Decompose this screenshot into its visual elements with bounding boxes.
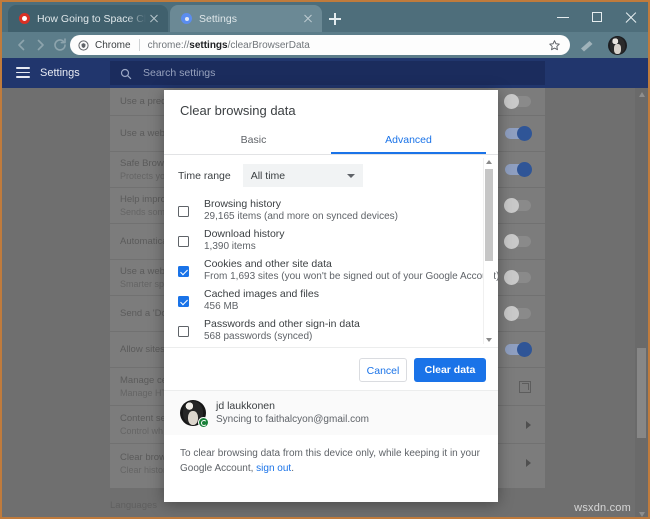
tab-close-icon[interactable] (146, 11, 162, 27)
omnibox-url: chrome://settings/clearBrowserData (148, 40, 310, 51)
avatar-image-detail (614, 44, 621, 54)
favicon-settings (181, 13, 192, 24)
avatar-image-detail (188, 411, 198, 425)
clear-browsing-data-dialog: Clear browsing data Basic Advanced Time … (164, 90, 498, 502)
tab-title: How Going to Space Changes th (37, 13, 146, 25)
item-label: Passwords and other sign-in data (204, 318, 360, 330)
item-label: Cookies and other site data (204, 258, 332, 270)
tab-close-icon[interactable] (300, 11, 316, 27)
data-type-list: Browsing history 29,165 items (and more … (164, 199, 484, 347)
window-controls (546, 2, 648, 32)
list-item-passwords[interactable]: Passwords and other sign-in data 568 pas… (164, 319, 484, 347)
languages-section-title: Languages (110, 500, 157, 511)
tab-basic[interactable]: Basic (176, 127, 331, 154)
item-label: Browsing history (204, 198, 281, 210)
toggle-switch[interactable] (505, 308, 531, 319)
external-link-icon[interactable] (519, 381, 531, 393)
chevron-right-icon[interactable] (526, 421, 531, 429)
watermark: wsxdn.com (574, 502, 631, 514)
tab-title: Settings (199, 13, 300, 25)
account-row: jd laukkonen Syncing to faithalcyon@gmai… (164, 390, 498, 435)
tab-strip: How Going to Space Changes th Settings (2, 2, 650, 32)
dialog-scrollbar-thumb[interactable] (485, 169, 493, 261)
time-range-value: All time (251, 170, 285, 182)
search-icon (120, 67, 132, 79)
account-name: jd laukkonen (216, 400, 275, 412)
omnibox-divider (139, 39, 140, 51)
checkbox[interactable] (178, 326, 189, 337)
footnote-tail: . (291, 463, 294, 474)
item-label: Download history (204, 228, 285, 240)
list-item-cookies[interactable]: Cookies and other site data From 1,693 s… (164, 259, 484, 289)
close-window-button[interactable] (614, 2, 648, 32)
dialog-content: Time range All time Browsing history 29,… (164, 155, 498, 347)
time-range-label: Time range (178, 170, 231, 182)
page-scrollbar-thumb[interactable] (637, 348, 646, 438)
time-range-row: Time range All time (178, 164, 363, 187)
address-bar[interactable]: Chrome chrome://settings/clearBrowserDat… (70, 35, 570, 55)
toggle-switch[interactable] (505, 164, 531, 175)
toggle-switch[interactable] (505, 236, 531, 247)
sync-status-badge (198, 417, 209, 428)
omnibox-chip-label: Chrome (95, 40, 131, 51)
menu-icon[interactable] (16, 67, 30, 78)
back-icon[interactable] (12, 36, 30, 54)
dialog-footnote: To clear browsing data from this device … (180, 446, 480, 476)
dialog-tabs: Basic Advanced (164, 127, 498, 155)
page-info-icon[interactable] (78, 40, 89, 51)
bookmark-star-icon[interactable] (548, 39, 561, 52)
dialog-title: Clear browsing data (180, 103, 296, 118)
toolbar: Chrome chrome://settings/clearBrowserDat… (2, 32, 650, 58)
toggle-switch[interactable] (505, 200, 531, 211)
extension-icon[interactable] (580, 39, 594, 52)
toggle-switch[interactable] (505, 96, 531, 107)
chevron-down-icon (347, 174, 355, 178)
browser-tab-settings[interactable]: Settings (170, 5, 322, 32)
toggle-switch[interactable] (505, 344, 531, 355)
item-label: Cached images and files (204, 288, 319, 300)
settings-title: Settings (40, 67, 80, 79)
item-sublabel: 1,390 items (204, 241, 256, 252)
toggle-switch[interactable] (505, 272, 531, 283)
browser-tab-article[interactable]: How Going to Space Changes th (8, 5, 168, 32)
browser-window: How Going to Space Changes th Settings (0, 0, 650, 519)
item-sublabel: 456 MB (204, 301, 238, 312)
tab-active-indicator (331, 152, 486, 154)
checkbox[interactable] (178, 296, 189, 307)
sign-out-link[interactable]: sign out (256, 463, 291, 474)
checkbox[interactable] (178, 266, 189, 277)
scroll-down-icon[interactable] (486, 338, 492, 342)
cancel-button[interactable]: Cancel (359, 358, 407, 382)
search-input[interactable] (141, 66, 485, 80)
list-item-download-history[interactable]: Download history 1,390 items (164, 229, 484, 259)
page-scrollbar[interactable] (635, 88, 648, 519)
list-item-cached-images[interactable]: Cached images and files 456 MB (164, 289, 484, 319)
chevron-right-icon[interactable] (526, 459, 531, 467)
item-sublabel: 29,165 items (and more on synced devices… (204, 211, 398, 222)
dialog-actions: Cancel Clear data (164, 347, 498, 391)
checkbox[interactable] (178, 236, 189, 247)
item-sublabel: From 1,693 sites (you won't be signed ou… (204, 271, 498, 282)
profile-avatar[interactable] (608, 36, 627, 55)
dialog-scrollbar[interactable] (483, 158, 494, 344)
clear-data-button[interactable]: Clear data (414, 358, 486, 382)
item-sublabel: 568 passwords (synced) (204, 331, 312, 342)
scroll-up-icon[interactable] (486, 160, 492, 164)
maximize-button[interactable] (580, 2, 614, 32)
checkbox[interactable] (178, 206, 189, 217)
forward-icon[interactable] (32, 36, 50, 54)
footnote-text: To clear browsing data from this device … (180, 448, 480, 474)
settings-search[interactable] (110, 61, 545, 85)
new-tab-button[interactable] (324, 8, 346, 30)
time-range-select[interactable]: All time (243, 164, 363, 187)
tab-advanced[interactable]: Advanced (331, 127, 486, 154)
scroll-up-icon[interactable] (639, 92, 645, 97)
list-item-browsing-history[interactable]: Browsing history 29,165 items (and more … (164, 199, 484, 229)
favicon-article (19, 13, 30, 24)
minimize-button[interactable] (546, 2, 580, 32)
toggle-switch[interactable] (505, 128, 531, 139)
scroll-down-icon[interactable] (639, 512, 645, 517)
account-sync-status: Syncing to faithalcyon@gmail.com (216, 414, 369, 425)
reload-icon[interactable] (51, 36, 69, 54)
